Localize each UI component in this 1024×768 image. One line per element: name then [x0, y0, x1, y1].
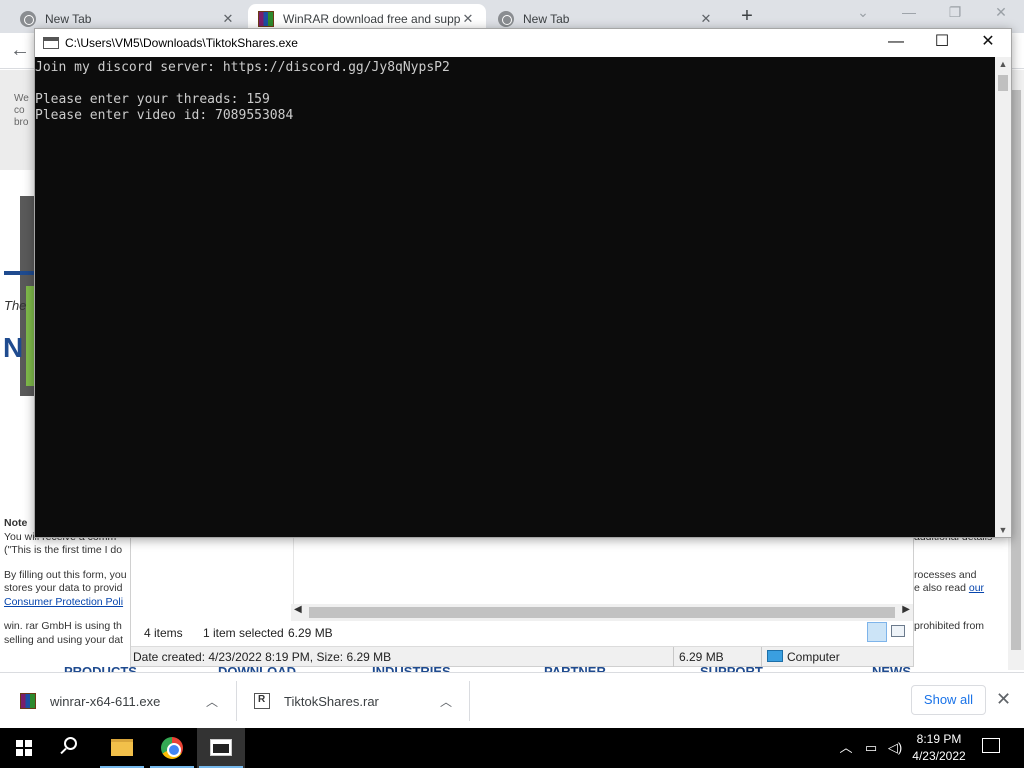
winrar-icon [20, 693, 36, 709]
consumer-protection-link[interactable]: Consumer Protection Poli [4, 596, 123, 608]
chrome-icon [161, 737, 183, 759]
minimize-icon[interactable]: — [873, 29, 919, 57]
section-divider [4, 271, 34, 275]
close-window-icon[interactable]: ✕ [986, 4, 1016, 28]
chevron-up-icon[interactable]: ︿ [440, 693, 452, 710]
page-text-right: e also read our [914, 582, 984, 594]
console-title: C:\Users\VM5\Downloads\TiktokShares.exe [65, 36, 298, 50]
explorer-details-bar: Date created: 4/23/2022 8:19 PM, Size: 6… [131, 646, 913, 667]
console-app-icon [43, 37, 59, 49]
close-icon[interactable]: ✕ [698, 11, 714, 27]
computer-icon [767, 650, 783, 662]
scrollbar-thumb[interactable] [1011, 90, 1021, 650]
pane-divider [293, 538, 294, 606]
footer-nav-item[interactable]: PRODUCTS [64, 664, 137, 672]
page-text-line: selling and using your dat [4, 634, 124, 646]
minimize-icon[interactable]: — [894, 4, 924, 28]
back-arrow-icon[interactable]: ← [10, 39, 30, 62]
chevron-up-icon[interactable]: ︿ [836, 728, 856, 768]
tab-search-icon[interactable]: ⌄ [848, 4, 878, 28]
notification-icon[interactable] [982, 738, 1000, 753]
details-view-icon[interactable] [867, 622, 887, 642]
horizontal-scrollbar[interactable]: ◀ ▶ [291, 604, 913, 621]
chrome-icon [20, 10, 36, 27]
details-size: 6.29 MB [679, 650, 724, 664]
selection-size: 6.29 MB [288, 626, 333, 640]
windows-taskbar: ︿ ▭ ◁) 8:19 PM 4/23/2022 [0, 728, 1024, 768]
console-titlebar[interactable]: C:\Users\VM5\Downloads\TiktokShares.exe … [35, 29, 1011, 57]
console-output[interactable]: Join my discord server: https://discord.… [35, 57, 995, 537]
banner-text: We co bro [14, 93, 29, 128]
page-italic-text: The [4, 298, 27, 313]
download-bar: winrar-x64-611.exe ︿ TiktokShares.rar ︿ … [0, 672, 1024, 728]
taskbar-file-explorer[interactable] [98, 728, 146, 768]
winrar-icon [258, 10, 274, 27]
taskbar-console[interactable] [197, 728, 245, 768]
selection-count: 1 item selected [203, 626, 284, 640]
details-location: Computer [787, 650, 840, 664]
system-clock[interactable]: 8:19 PM 4/23/2022 [906, 731, 972, 765]
close-icon[interactable]: ✕ [996, 689, 1011, 710]
chevron-up-icon[interactable]: ︿ [206, 693, 218, 710]
tab-title: New Tab [45, 11, 92, 26]
taskbar-chrome[interactable] [148, 728, 196, 768]
scrollbar-thumb[interactable] [309, 607, 895, 618]
items-count: 4 items [144, 626, 183, 640]
show-all-button[interactable]: Show all [911, 685, 986, 715]
console-scrollbar[interactable]: ▲ ▼ [995, 57, 1011, 537]
our-link[interactable]: our [969, 582, 984, 594]
download-item-tiktokshares[interactable]: TiktokShares.rar ︿ [254, 673, 464, 729]
chrome-icon [498, 10, 514, 27]
volume-icon[interactable]: ◁) [884, 728, 906, 768]
clock-date: 4/23/2022 [912, 749, 966, 763]
large-icons-view-icon[interactable] [891, 625, 905, 637]
console-window[interactable]: C:\Users\VM5\Downloads\TiktokShares.exe … [34, 28, 1012, 538]
close-icon[interactable]: ✕ [965, 29, 1011, 57]
console-line: Please enter video id: 7089553084 [35, 108, 294, 123]
tab-title: New Tab [523, 11, 570, 26]
new-tab-button[interactable]: + [736, 6, 758, 28]
folder-icon [111, 739, 133, 756]
close-icon[interactable]: ✕ [460, 11, 476, 27]
start-button[interactable] [0, 728, 48, 768]
close-icon[interactable]: ✕ [220, 11, 236, 27]
download-item-winrar[interactable]: winrar-x64-611.exe ︿ [20, 673, 230, 729]
search-icon [64, 737, 77, 750]
page-text-line: ("This is the first time I do [4, 544, 123, 556]
windows-logo-icon [16, 740, 32, 756]
tab-title: WinRAR download free and supp [283, 11, 460, 26]
console-line: Please enter your threads: 159 [35, 92, 270, 107]
page-text-right: rocesses and [914, 569, 977, 581]
page-text-line: stores your data to provid [4, 582, 123, 594]
page-text-line: By filling out this form, you [4, 569, 127, 581]
clock-time: 8:19 PM [916, 732, 962, 746]
rar-file-icon [254, 693, 270, 709]
page-text-fragment: e also read [914, 582, 969, 594]
console-line: Join my discord server: https://discord.… [35, 60, 450, 75]
winrar-product-image [20, 196, 34, 396]
network-icon[interactable]: ▭ [860, 728, 882, 768]
console-icon [210, 739, 232, 756]
scroll-up-icon[interactable]: ▲ [995, 59, 1011, 69]
scrollbar-thumb[interactable] [998, 75, 1008, 91]
scroll-right-icon[interactable]: ▶ [902, 604, 910, 615]
search-button[interactable] [48, 728, 96, 768]
page-text-line: win. rar GmbH is using th [4, 620, 122, 632]
scroll-down-icon[interactable]: ▼ [995, 525, 1011, 535]
view-buttons [867, 622, 909, 642]
details-date: Date created: 4/23/2022 8:19 PM, Size: 6… [133, 650, 392, 664]
page-heading-fragment: N [3, 332, 24, 363]
note-label: Note [4, 517, 28, 529]
download-filename: winrar-x64-611.exe [50, 693, 161, 709]
maximize-icon[interactable]: ☐ [919, 29, 965, 57]
file-explorer-window: ◀ ▶ 4 items 1 item selected 6.29 MB Date… [130, 537, 914, 667]
explorer-status-bar: 4 items 1 item selected 6.29 MB [131, 622, 913, 644]
page-text-right: prohibited from [914, 620, 985, 632]
restore-icon[interactable]: ❐ [940, 4, 970, 28]
scroll-left-icon[interactable]: ◀ [294, 604, 302, 615]
download-filename: TiktokShares.rar [284, 693, 379, 709]
